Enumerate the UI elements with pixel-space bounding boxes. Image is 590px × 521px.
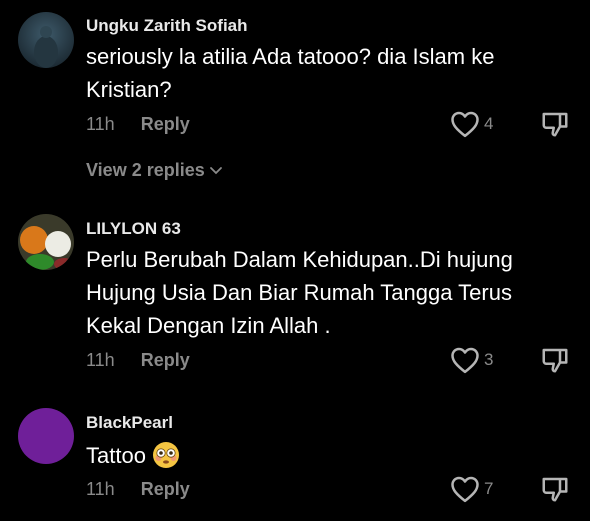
comment-meta: 11h Reply (86, 111, 190, 137)
reply-button[interactable]: Reply (141, 114, 190, 135)
reply-button[interactable]: Reply (141, 479, 190, 500)
heart-outline-icon (451, 347, 479, 374)
comment-text-content: Tattoo (86, 443, 146, 468)
avatar[interactable] (18, 214, 74, 270)
comment-meta: 11h Reply (86, 347, 190, 373)
chevron-down-icon (209, 166, 222, 174)
comment-time: 11h (86, 113, 115, 134)
view-replies-label: View 2 replies (86, 160, 205, 180)
like-count: 4 (484, 114, 494, 133)
like-button[interactable]: 4 (450, 109, 493, 139)
comment-time: 11h (86, 349, 115, 370)
comment-meta: 11h Reply (86, 476, 190, 502)
comment-text: seriously la atilia Ada tatooo? dia Isla… (86, 44, 495, 102)
thumbs-down-icon (542, 477, 568, 502)
like-count: 7 (484, 479, 494, 498)
dislike-button[interactable] (540, 109, 570, 139)
reply-button[interactable]: Reply (141, 350, 190, 371)
comment-text: Tattoo (86, 439, 556, 472)
thumbs-down-icon (542, 348, 568, 373)
like-button[interactable]: 7 (450, 474, 493, 504)
flushed-face-emoji-icon (152, 442, 179, 468)
dislike-button[interactable] (540, 345, 570, 375)
comment-time: 11h (86, 478, 115, 499)
dislike-button[interactable] (540, 474, 570, 504)
avatar[interactable] (18, 12, 74, 68)
comment-username[interactable]: Ungku Zarith Sofiah (86, 16, 248, 36)
heart-outline-icon (451, 476, 479, 503)
thumbs-down-icon (542, 112, 568, 137)
view-replies-button[interactable]: View 2 replies (86, 160, 224, 181)
like-button[interactable]: 3 (450, 345, 493, 375)
avatar[interactable] (18, 408, 74, 464)
comment-username[interactable]: LILYLON 63 (86, 219, 181, 239)
comment-username[interactable]: BlackPearl (86, 413, 173, 433)
like-count: 3 (484, 350, 494, 369)
heart-outline-icon (451, 111, 479, 138)
comment-text: Perlu Berubah Dalam Kehidupan..Di hujung… (86, 247, 513, 338)
